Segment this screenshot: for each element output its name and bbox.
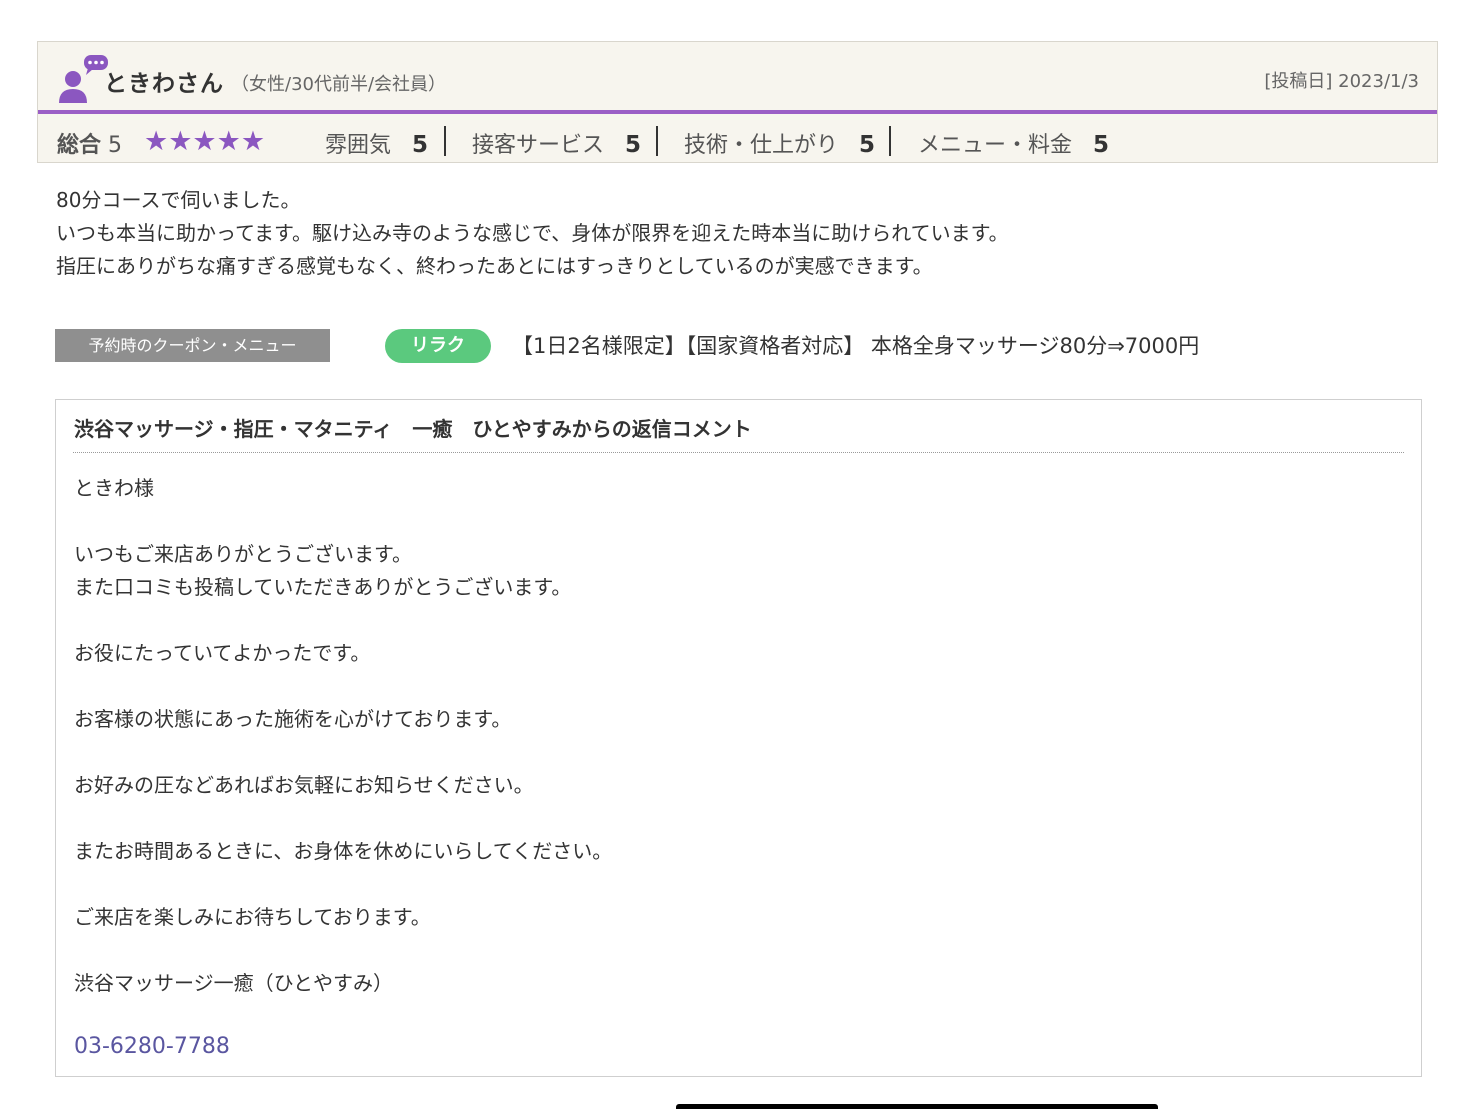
reply-paragraph: ご来店を楽しみにお待ちしております。 xyxy=(74,901,1394,934)
divider xyxy=(444,126,446,156)
review-header: ときわさん （女性/30代前半/会社員） [投稿日] 2023/1/3 総合 5… xyxy=(37,41,1438,163)
divider xyxy=(656,126,658,156)
reply-line: お好みの圧などあればお気軽にお知らせください。 xyxy=(74,773,534,797)
rating-value: 5 xyxy=(412,132,429,158)
reviewer-meta: （女性/30代前半/会社員） xyxy=(231,74,447,95)
rating-label: 技術・仕上がり xyxy=(684,133,839,158)
star-rating: ★★★★★ xyxy=(144,126,265,157)
reply-paragraph: お好みの圧などあればお気軽にお知らせください。 xyxy=(74,769,1394,802)
reply-body: ときわ様 いつもご来店ありがとうございます。また口コミも投稿していただきありがと… xyxy=(74,472,1394,1000)
rating-label: 雰囲気 xyxy=(325,133,392,158)
reviewer-name[interactable]: ときわさん xyxy=(104,64,224,98)
reply-paragraph: またお時間あるときに、お身体を休めにいらしてください。 xyxy=(74,835,1394,868)
reply-line: ご来店を楽しみにお待ちしております。 xyxy=(74,905,431,929)
home-indicator xyxy=(676,1104,1158,1109)
rating-service: 接客サービス 5 xyxy=(472,127,641,159)
reviewer-comment-icon xyxy=(59,55,108,103)
review-text: 80分コースで伺いました。 いつも本当に助かってます。駆け込み寺のような感じで、… xyxy=(56,184,1436,283)
overall-label: 総合 xyxy=(57,133,102,158)
shop-reply: 渋谷マッサージ・指圧・マタニティ 一癒 ひとやすみからの返信コメント ときわ様 … xyxy=(55,399,1422,1077)
star-icons: ★★★★★ xyxy=(144,126,266,157)
reply-line: また口コミも投稿していただきありがとうございます。 xyxy=(74,575,572,599)
coupon-category-badge: リラク xyxy=(385,329,491,363)
ratings-bar: 総合 5 ★★★★★ 雰囲気 5 接客サービス 5 技術・仕上がり 5 メニュー… xyxy=(38,118,1437,162)
reply-line: ときわ様 xyxy=(74,476,154,500)
reply-paragraph: いつもご来店ありがとうございます。また口コミも投稿していただきありがとうございま… xyxy=(74,538,1394,604)
reply-paragraph: お役にたっていてよかったです。 xyxy=(74,637,1394,670)
post-date: [投稿日] 2023/1/3 xyxy=(1264,71,1419,92)
reply-line: お役にたっていてよかったです。 xyxy=(74,641,371,665)
reply-paragraph: ときわ様 xyxy=(74,472,1394,505)
rating-technique: 技術・仕上がり 5 xyxy=(684,127,875,159)
reply-paragraph: 渋谷マッサージ一癒（ひとやすみ） xyxy=(74,967,1394,1000)
reply-divider xyxy=(73,452,1404,453)
reply-line: いつもご来店ありがとうございます。 xyxy=(74,542,412,566)
review-line: 80分コースで伺いました。 xyxy=(56,188,301,212)
coupon-menu-link[interactable]: 【1日2名様限定】【国家資格者対応】 本格全身マッサージ80分⇒7000円 xyxy=(512,330,1199,360)
rating-label: メニュー・料金 xyxy=(918,133,1073,158)
overall-value: 5 xyxy=(108,133,123,158)
reply-line: お客様の状態にあった施術を心がけております。 xyxy=(74,707,512,731)
reviewer-bar: ときわさん （女性/30代前半/会社員） [投稿日] 2023/1/3 xyxy=(38,42,1437,114)
rating-label: 接客サービス xyxy=(472,133,605,158)
reply-paragraph: お客様の状態にあった施術を心がけております。 xyxy=(74,703,1394,736)
rating-value: 5 xyxy=(1093,132,1110,158)
rating-menu-price: メニュー・料金 5 xyxy=(918,127,1109,159)
review-line: いつも本当に助かってます。駆け込み寺のような感じで、身体が限界を迎えた時本当に助… xyxy=(56,221,1009,245)
rating-value: 5 xyxy=(625,132,642,158)
reply-line: またお時間あるときに、お身体を休めにいらしてください。 xyxy=(74,839,613,863)
reply-signature: 渋谷マッサージ一癒（ひとやすみ） xyxy=(74,971,393,995)
rating-atmosphere: 雰囲気 5 xyxy=(325,127,428,159)
phone-link[interactable]: 03-6280-7788 xyxy=(74,1034,230,1059)
review-line: 指圧にありがちな痛すぎる感覚もなく、終わったあとにはすっきりとしているのが実感で… xyxy=(56,254,933,278)
overall-rating: 総合 5 xyxy=(57,127,122,159)
reply-title: 渋谷マッサージ・指圧・マタニティ 一癒 ひとやすみからの返信コメント xyxy=(74,417,752,441)
coupon-label: 予約時のクーポン・メニュー xyxy=(55,329,330,362)
divider xyxy=(889,126,891,156)
rating-value: 5 xyxy=(859,132,876,158)
